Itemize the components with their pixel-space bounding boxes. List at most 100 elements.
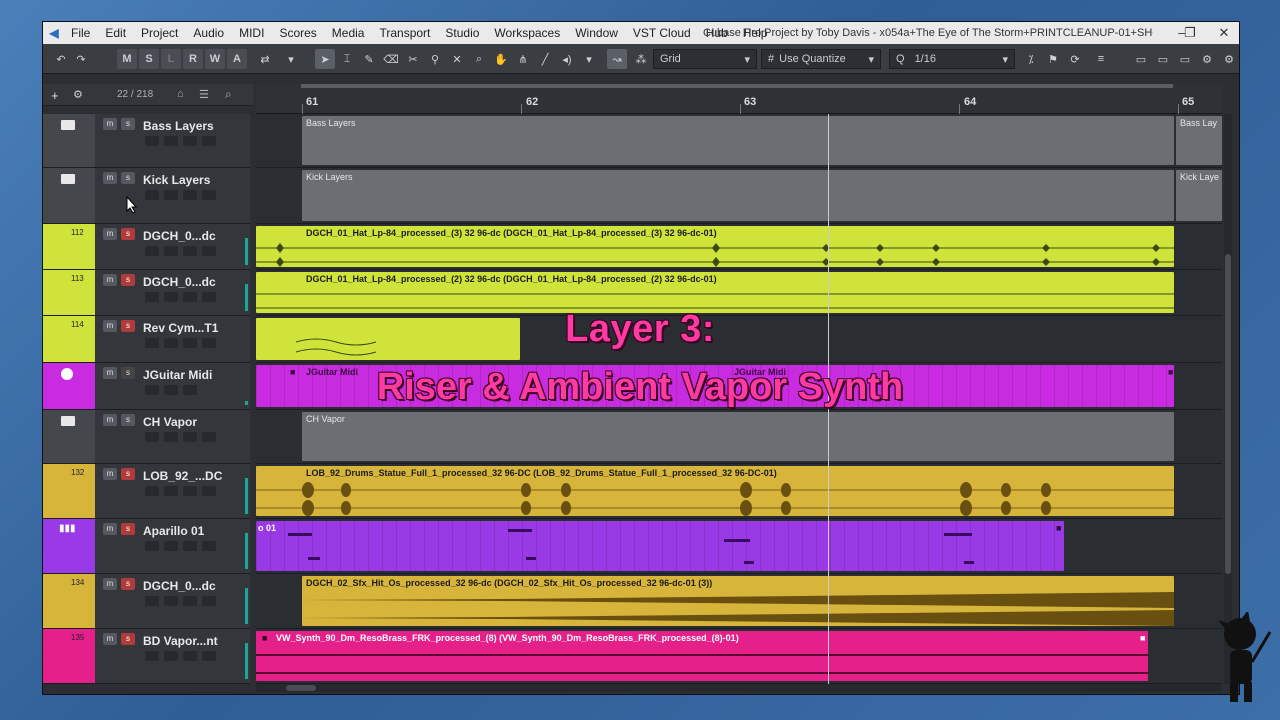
redo-icon[interactable]: ↷ bbox=[71, 49, 91, 69]
folder-part[interactable]: CH Vapor bbox=[302, 412, 1174, 461]
folder-icon[interactable] bbox=[61, 174, 75, 184]
quantize-dropdown[interactable]: Q 1/16 ▾ bbox=[889, 49, 1015, 69]
grid-size-dropdown[interactable]: # Use Quantize ▾ bbox=[761, 49, 881, 69]
folder-icon[interactable] bbox=[61, 416, 75, 426]
timeline-ruler[interactable]: 61 62 63 64 65 bbox=[256, 84, 1222, 114]
comp-tool-icon[interactable]: ⋔ bbox=[513, 49, 533, 69]
mute-button[interactable]: m bbox=[103, 414, 117, 426]
undo-icon[interactable]: ↶ bbox=[51, 49, 71, 69]
menu-midi[interactable]: MIDI bbox=[233, 22, 273, 44]
glue-tool-icon[interactable]: ⚲ bbox=[425, 49, 445, 69]
track-bass-layers[interactable]: m s Bass Layers bbox=[43, 114, 250, 168]
solo-button[interactable]: s bbox=[121, 228, 135, 240]
add-track-icon[interactable]: + bbox=[51, 88, 59, 103]
write-mode-button[interactable]: W bbox=[205, 49, 225, 69]
mute-button[interactable]: m bbox=[103, 172, 117, 184]
mute-mode-button[interactable]: M bbox=[117, 49, 137, 69]
solo-button[interactable]: s bbox=[121, 414, 135, 426]
range-tool-icon[interactable]: ⌶ bbox=[337, 49, 357, 69]
menu-project[interactable]: Project bbox=[135, 22, 187, 44]
solo-button[interactable]: s bbox=[121, 468, 135, 480]
menu-transport[interactable]: Transport bbox=[373, 22, 439, 44]
lane-bd-vapor[interactable]: ■ VW_Synth_90_Dm_ResoBrass_FRK_processed… bbox=[256, 629, 1222, 684]
horizontal-scroll-thumb[interactable] bbox=[286, 685, 316, 691]
audio-event[interactable]: DGCH_02_Sfx_Hit_Os_processed_32 96-dc (D… bbox=[302, 576, 1174, 626]
lane-bass-layers[interactable]: Bass Layers Bass Lay bbox=[256, 114, 1222, 168]
menu-vst-cloud[interactable]: VST Cloud bbox=[627, 22, 700, 44]
right-zone-icon[interactable]: ▭ bbox=[1175, 49, 1195, 69]
folder-part[interactable]: Bass Lay bbox=[1176, 116, 1222, 165]
solo-button[interactable]: s bbox=[121, 633, 135, 645]
mute-button[interactable]: m bbox=[103, 523, 117, 535]
solo-button[interactable]: s bbox=[121, 523, 135, 535]
lane-kick-layers[interactable]: Kick Layers Kick Laye bbox=[256, 168, 1222, 224]
lane-ch-vapor[interactable]: CH Vapor bbox=[256, 410, 1222, 464]
iterative-quantize-icon[interactable]: ⁒ bbox=[1021, 49, 1041, 69]
folder-part[interactable]: Kick Layers bbox=[302, 170, 1174, 221]
folder-part[interactable]: Kick Laye bbox=[1176, 170, 1222, 221]
menu-window[interactable]: Window bbox=[569, 22, 627, 44]
instrument-icon[interactable]: ▮▮▮ bbox=[59, 523, 76, 534]
lower-zone-icon[interactable]: ▭ bbox=[1153, 49, 1173, 69]
track-aparillo[interactable]: ▮▮▮ m s Aparillo 01 bbox=[43, 519, 250, 574]
folder-part[interactable]: Bass Layers bbox=[302, 116, 1174, 165]
audio-event[interactable]: ■ VW_Synth_90_Dm_ResoBrass_FRK_processed… bbox=[256, 631, 1148, 681]
solo-button[interactable]: s bbox=[121, 118, 135, 130]
restore-icon[interactable]: ❐ bbox=[1173, 22, 1207, 44]
track-ch-vapor[interactable]: m s CH Vapor bbox=[43, 410, 250, 464]
lane-lob-drums[interactable]: LOB_92_Drums_Statue_Full_1_processed_32 … bbox=[256, 464, 1222, 519]
menu-studio[interactable]: Studio bbox=[439, 22, 488, 44]
solo-button[interactable]: s bbox=[121, 274, 135, 286]
audio-event[interactable]: DGCH_01_Hat_Lp-84_processed_(2) 32 96-dc… bbox=[256, 272, 1174, 313]
folder-icon[interactable] bbox=[61, 120, 75, 130]
menu-audio[interactable]: Audio bbox=[187, 22, 233, 44]
menu-workspaces[interactable]: Workspaces bbox=[488, 22, 569, 44]
cycle-locator[interactable] bbox=[301, 84, 1173, 88]
zoom-tool-icon[interactable]: ⌕ bbox=[469, 49, 489, 69]
snap-icon[interactable]: ↝ bbox=[607, 49, 627, 69]
audio-event[interactable]: LOB_92_Drums_Statue_Full_1_processed_32 … bbox=[256, 466, 1174, 516]
line-tool-icon[interactable]: ╱ bbox=[535, 49, 555, 69]
track-dgch-sfx[interactable]: 134 m s DGCH_0...dc bbox=[43, 574, 250, 629]
mute-button[interactable]: m bbox=[103, 633, 117, 645]
mute-button[interactable]: m bbox=[103, 468, 117, 480]
menu-scores[interactable]: Scores bbox=[273, 22, 325, 44]
quantize-presets-icon[interactable]: ⚑ bbox=[1043, 49, 1063, 69]
mute-button[interactable]: m bbox=[103, 274, 117, 286]
menu-media[interactable]: Media bbox=[326, 22, 374, 44]
midi-part[interactable]: o 01 ■ bbox=[256, 521, 1064, 571]
menu-edit[interactable]: Edit bbox=[99, 22, 135, 44]
audio-event[interactable]: DGCH_01_Hat_Lp-84_processed_(3) 32 96-dc… bbox=[256, 226, 1174, 267]
search-icon[interactable]: ⌕ bbox=[225, 87, 232, 102]
solo-button[interactable]: s bbox=[121, 578, 135, 590]
solo-button[interactable]: s bbox=[121, 172, 135, 184]
transport-icon[interactable]: ≡ bbox=[1091, 49, 1111, 69]
horizontal-scrollbar[interactable] bbox=[256, 684, 1222, 692]
list-icon[interactable]: ☰ bbox=[199, 88, 209, 101]
autoscroll-icon[interactable]: ⇄ bbox=[255, 49, 275, 69]
color-tool-icon[interactable]: ▾ bbox=[579, 49, 599, 69]
pencil-tool-icon[interactable]: ✎ bbox=[359, 49, 379, 69]
grid-type-dropdown[interactable]: Grid ▾ bbox=[653, 49, 757, 69]
track-bd-vapor[interactable]: 135 m s BD Vapor...nt bbox=[43, 629, 250, 684]
audio-warp-icon[interactable]: ⟳ bbox=[1065, 49, 1085, 69]
mute-tool-icon[interactable]: ✕ bbox=[447, 49, 467, 69]
solo-mode-button[interactable]: S bbox=[139, 49, 159, 69]
read-mode-button[interactable]: R bbox=[183, 49, 203, 69]
settings-icon[interactable]: ⚙ bbox=[1219, 49, 1239, 69]
scissors-tool-icon[interactable]: ✂ bbox=[403, 49, 423, 69]
track-options-icon[interactable]: ⚙ bbox=[73, 88, 83, 101]
lane-dgch-hat-3[interactable]: DGCH_01_Hat_Lp-84_processed_(3) 32 96-dc… bbox=[256, 224, 1222, 270]
automation-mode-button[interactable]: A bbox=[227, 49, 247, 69]
track-dgch-hat-3[interactable]: 112 m s DGCH_0...dc bbox=[43, 224, 250, 270]
track-lob-drums[interactable]: 132 m s LOB_92_...DC bbox=[43, 464, 250, 519]
mute-button[interactable]: m bbox=[103, 118, 117, 130]
vertical-scroll-thumb[interactable] bbox=[1225, 254, 1231, 574]
chevron-down-icon[interactable]: ▾ bbox=[281, 49, 301, 69]
mute-button[interactable]: m bbox=[103, 228, 117, 240]
close-icon[interactable]: ✕ bbox=[1207, 22, 1241, 44]
lane-aparillo[interactable]: o 01 ■ bbox=[256, 519, 1222, 574]
setup-window-icon[interactable]: ⚙ bbox=[1197, 49, 1217, 69]
play-tool-icon[interactable]: ◂) bbox=[557, 49, 577, 69]
mute-button[interactable]: m bbox=[103, 578, 117, 590]
